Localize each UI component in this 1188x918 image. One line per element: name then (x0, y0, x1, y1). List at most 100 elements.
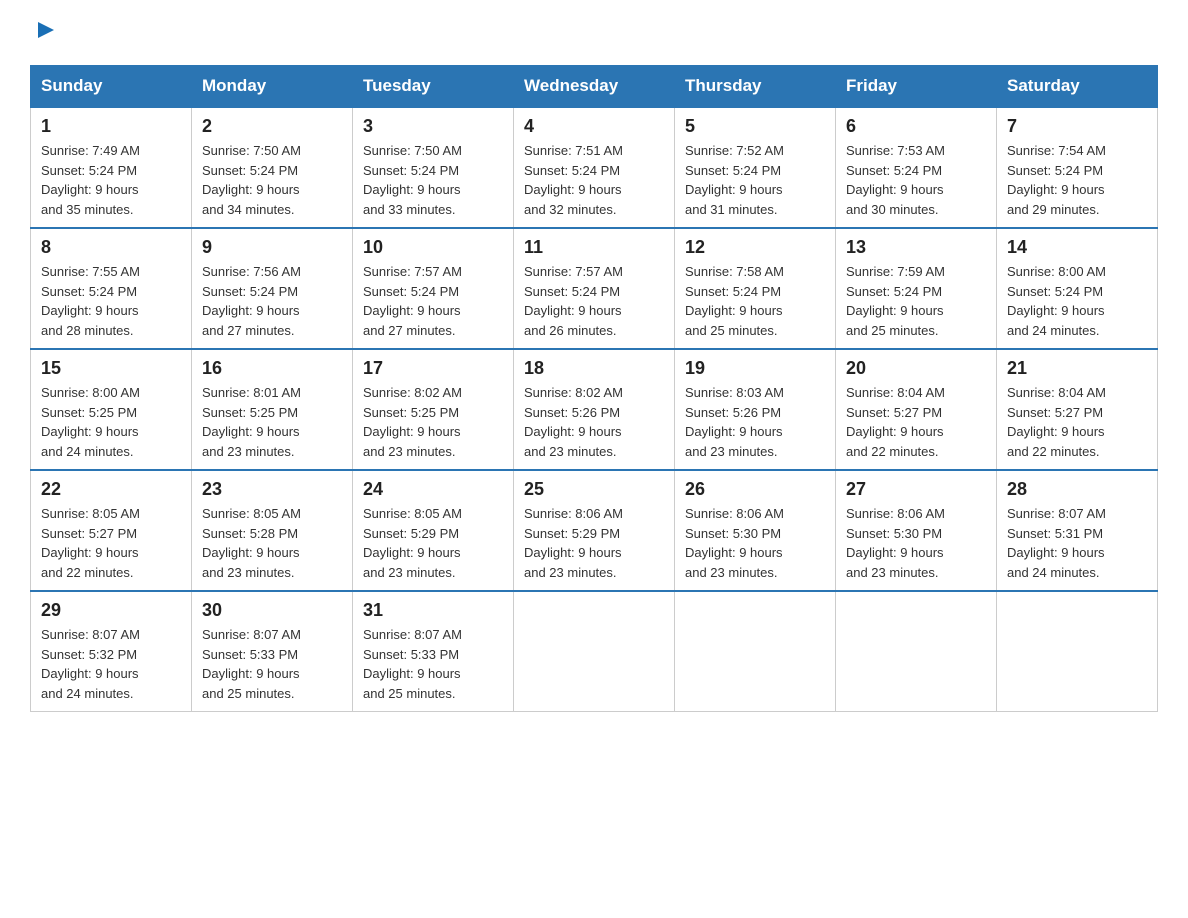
day-info: Sunrise: 7:59 AMSunset: 5:24 PMDaylight:… (846, 262, 986, 340)
day-info: Sunrise: 7:53 AMSunset: 5:24 PMDaylight:… (846, 141, 986, 219)
day-number: 9 (202, 237, 342, 258)
calendar-cell: 17 Sunrise: 8:02 AMSunset: 5:25 PMDayligh… (353, 349, 514, 470)
day-info: Sunrise: 7:50 AMSunset: 5:24 PMDaylight:… (363, 141, 503, 219)
header-saturday: Saturday (997, 66, 1158, 108)
day-info: Sunrise: 8:07 AMSunset: 5:33 PMDaylight:… (202, 625, 342, 703)
day-info: Sunrise: 7:51 AMSunset: 5:24 PMDaylight:… (524, 141, 664, 219)
day-info: Sunrise: 8:07 AMSunset: 5:31 PMDaylight:… (1007, 504, 1147, 582)
calendar-cell: 8Sunrise: 7:55 AMSunset: 5:24 PMDaylight… (31, 228, 192, 349)
day-info: Sunrise: 8:04 AMSunset: 5:27 PMDaylight:… (1007, 383, 1147, 461)
calendar-cell: 11 Sunrise: 7:57 AMSunset: 5:24 PMDayligh… (514, 228, 675, 349)
day-info: Sunrise: 8:04 AMSunset: 5:27 PMDaylight:… (846, 383, 986, 461)
day-number: 1 (41, 116, 181, 137)
calendar-cell: 16 Sunrise: 8:01 AMSunset: 5:25 PMDayligh… (192, 349, 353, 470)
calendar-cell: 15 Sunrise: 8:00 AMSunset: 5:25 PMDayligh… (31, 349, 192, 470)
day-info: Sunrise: 8:06 AMSunset: 5:29 PMDaylight:… (524, 504, 664, 582)
calendar-cell (997, 591, 1158, 712)
day-number: 20 (846, 358, 986, 379)
calendar-cell: 20 Sunrise: 8:04 AMSunset: 5:27 PMDayligh… (836, 349, 997, 470)
day-number: 26 (685, 479, 825, 500)
day-number: 10 (363, 237, 503, 258)
calendar-cell: 26 Sunrise: 8:06 AMSunset: 5:30 PMDayligh… (675, 470, 836, 591)
day-number: 12 (685, 237, 825, 258)
calendar-cell: 3 Sunrise: 7:50 AMSunset: 5:24 PMDaylight… (353, 107, 514, 228)
day-info: Sunrise: 8:00 AMSunset: 5:25 PMDaylight:… (41, 383, 181, 461)
header-thursday: Thursday (675, 66, 836, 108)
logo-flag-icon (34, 20, 56, 42)
day-number: 7 (1007, 116, 1147, 137)
calendar-cell: 1 Sunrise: 7:49 AMSunset: 5:24 PMDaylight… (31, 107, 192, 228)
calendar-week-row: 8Sunrise: 7:55 AMSunset: 5:24 PMDaylight… (31, 228, 1158, 349)
calendar-cell: 5 Sunrise: 7:52 AMSunset: 5:24 PMDaylight… (675, 107, 836, 228)
day-info: Sunrise: 7:52 AMSunset: 5:24 PMDaylight:… (685, 141, 825, 219)
calendar-cell: 9Sunrise: 7:56 AMSunset: 5:24 PMDaylight… (192, 228, 353, 349)
day-number: 23 (202, 479, 342, 500)
calendar-cell: 6 Sunrise: 7:53 AMSunset: 5:24 PMDaylight… (836, 107, 997, 228)
day-info: Sunrise: 7:55 AMSunset: 5:24 PMDaylight:… (41, 262, 181, 340)
day-info: Sunrise: 8:05 AMSunset: 5:29 PMDaylight:… (363, 504, 503, 582)
calendar-cell: 18 Sunrise: 8:02 AMSunset: 5:26 PMDayligh… (514, 349, 675, 470)
calendar-cell: 12Sunrise: 7:58 AMSunset: 5:24 PMDayligh… (675, 228, 836, 349)
day-info: Sunrise: 8:02 AMSunset: 5:26 PMDaylight:… (524, 383, 664, 461)
calendar-cell: 27Sunrise: 8:06 AMSunset: 5:30 PMDayligh… (836, 470, 997, 591)
day-number: 6 (846, 116, 986, 137)
calendar-cell: 23 Sunrise: 8:05 AMSunset: 5:28 PMDayligh… (192, 470, 353, 591)
day-number: 4 (524, 116, 664, 137)
calendar-cell: 19Sunrise: 8:03 AMSunset: 5:26 PMDayligh… (675, 349, 836, 470)
page-header (30, 20, 1158, 45)
day-number: 11 (524, 237, 664, 258)
calendar-cell: 2 Sunrise: 7:50 AMSunset: 5:24 PMDaylight… (192, 107, 353, 228)
day-number: 30 (202, 600, 342, 621)
calendar-week-row: 15 Sunrise: 8:00 AMSunset: 5:25 PMDayligh… (31, 349, 1158, 470)
day-number: 2 (202, 116, 342, 137)
day-number: 31 (363, 600, 503, 621)
calendar-cell: 25 Sunrise: 8:06 AMSunset: 5:29 PMDayligh… (514, 470, 675, 591)
day-number: 17 (363, 358, 503, 379)
day-info: Sunrise: 7:57 AMSunset: 5:24 PMDaylight:… (524, 262, 664, 340)
header-tuesday: Tuesday (353, 66, 514, 108)
calendar-cell: 7Sunrise: 7:54 AMSunset: 5:24 PMDaylight… (997, 107, 1158, 228)
day-info: Sunrise: 8:03 AMSunset: 5:26 PMDaylight:… (685, 383, 825, 461)
calendar-cell: 24Sunrise: 8:05 AMSunset: 5:29 PMDayligh… (353, 470, 514, 591)
day-info: Sunrise: 7:57 AMSunset: 5:24 PMDaylight:… (363, 262, 503, 340)
day-info: Sunrise: 8:07 AMSunset: 5:32 PMDaylight:… (41, 625, 181, 703)
calendar-cell: 29Sunrise: 8:07 AMSunset: 5:32 PMDayligh… (31, 591, 192, 712)
day-info: Sunrise: 8:05 AMSunset: 5:28 PMDaylight:… (202, 504, 342, 582)
day-number: 13 (846, 237, 986, 258)
day-info: Sunrise: 8:01 AMSunset: 5:25 PMDaylight:… (202, 383, 342, 461)
calendar-week-row: 22Sunrise: 8:05 AMSunset: 5:27 PMDayligh… (31, 470, 1158, 591)
day-number: 14 (1007, 237, 1147, 258)
calendar-week-row: 29Sunrise: 8:07 AMSunset: 5:32 PMDayligh… (31, 591, 1158, 712)
calendar-cell (836, 591, 997, 712)
day-number: 5 (685, 116, 825, 137)
calendar-cell: 4 Sunrise: 7:51 AMSunset: 5:24 PMDaylight… (514, 107, 675, 228)
calendar-cell: 30 Sunrise: 8:07 AMSunset: 5:33 PMDayligh… (192, 591, 353, 712)
calendar-cell: 13 Sunrise: 7:59 AMSunset: 5:24 PMDayligh… (836, 228, 997, 349)
day-info: Sunrise: 8:06 AMSunset: 5:30 PMDaylight:… (685, 504, 825, 582)
day-number: 21 (1007, 358, 1147, 379)
calendar-cell: 31 Sunrise: 8:07 AMSunset: 5:33 PMDayligh… (353, 591, 514, 712)
calendar-table: SundayMondayTuesdayWednesdayThursdayFrid… (30, 65, 1158, 712)
day-number: 27 (846, 479, 986, 500)
logo (30, 20, 56, 45)
header-sunday: Sunday (31, 66, 192, 108)
header-monday: Monday (192, 66, 353, 108)
day-number: 28 (1007, 479, 1147, 500)
day-number: 16 (202, 358, 342, 379)
header-wednesday: Wednesday (514, 66, 675, 108)
day-number: 15 (41, 358, 181, 379)
day-info: Sunrise: 8:05 AMSunset: 5:27 PMDaylight:… (41, 504, 181, 582)
calendar-cell: 28 Sunrise: 8:07 AMSunset: 5:31 PMDayligh… (997, 470, 1158, 591)
calendar-cell (514, 591, 675, 712)
day-info: Sunrise: 7:50 AMSunset: 5:24 PMDaylight:… (202, 141, 342, 219)
calendar-cell: 10 Sunrise: 7:57 AMSunset: 5:24 PMDayligh… (353, 228, 514, 349)
day-info: Sunrise: 8:00 AMSunset: 5:24 PMDaylight:… (1007, 262, 1147, 340)
day-number: 3 (363, 116, 503, 137)
day-info: Sunrise: 8:07 AMSunset: 5:33 PMDaylight:… (363, 625, 503, 703)
calendar-cell: 14 Sunrise: 8:00 AMSunset: 5:24 PMDayligh… (997, 228, 1158, 349)
day-info: Sunrise: 7:49 AMSunset: 5:24 PMDaylight:… (41, 141, 181, 219)
day-number: 18 (524, 358, 664, 379)
day-number: 25 (524, 479, 664, 500)
calendar-header-row: SundayMondayTuesdayWednesdayThursdayFrid… (31, 66, 1158, 108)
day-info: Sunrise: 8:02 AMSunset: 5:25 PMDaylight:… (363, 383, 503, 461)
